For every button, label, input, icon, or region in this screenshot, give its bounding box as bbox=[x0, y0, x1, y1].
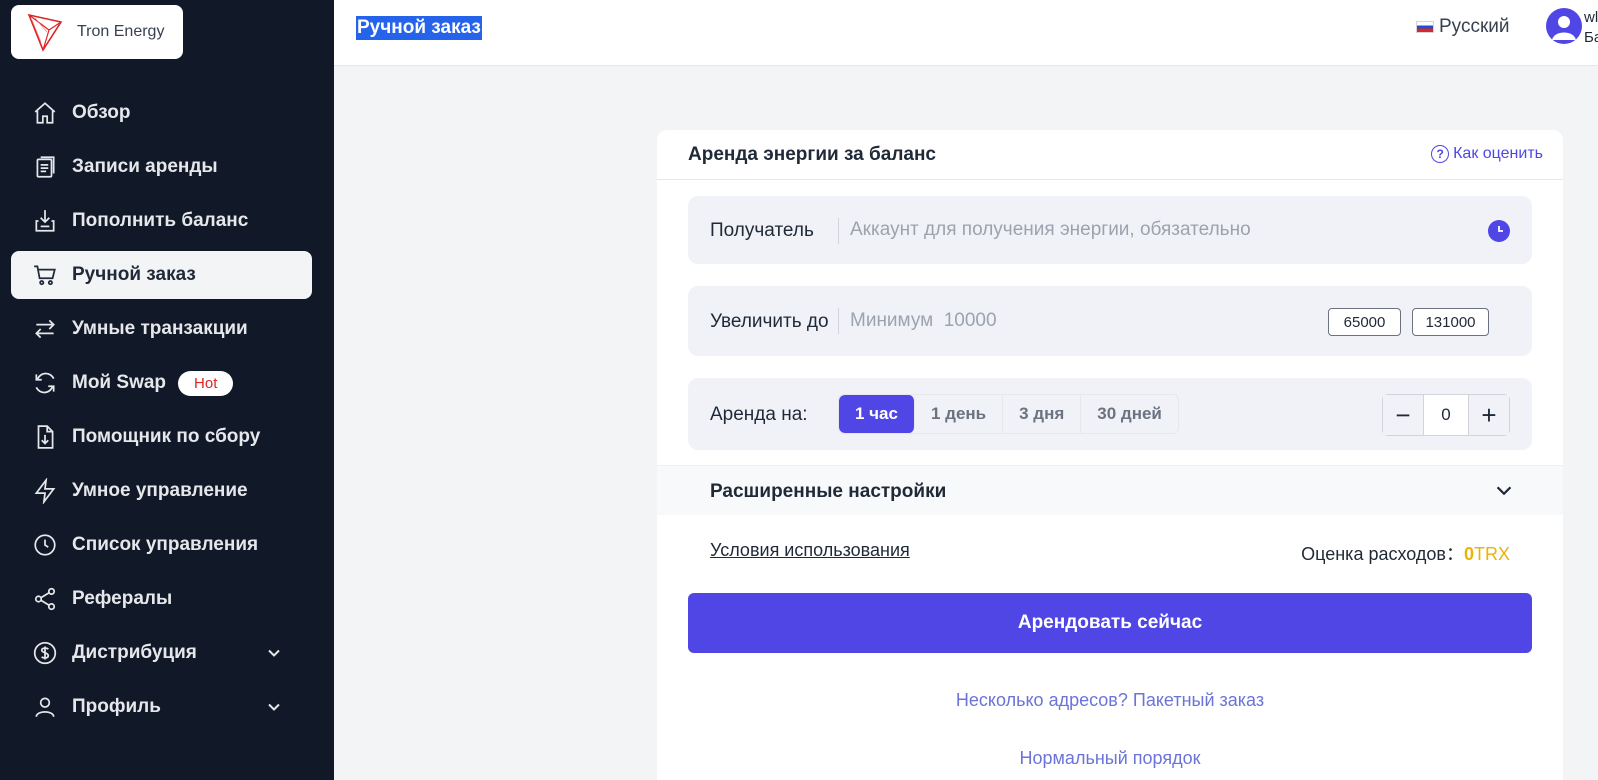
dollar-icon bbox=[31, 639, 59, 667]
sidebar-item-label: Умные транзакции bbox=[72, 318, 248, 339]
avatar[interactable] bbox=[1546, 8, 1582, 44]
lightning-icon bbox=[31, 477, 59, 505]
sidebar-item-management-list[interactable]: Список управления bbox=[11, 521, 312, 569]
logo-text: Tron Energy bbox=[77, 23, 165, 40]
language-label: Русский bbox=[1439, 16, 1510, 37]
refresh-icon bbox=[31, 369, 59, 397]
quantity-value[interactable]: 0 bbox=[1423, 395, 1469, 435]
advanced-settings-toggle[interactable]: Расширенные настройки bbox=[657, 465, 1563, 515]
sidebar-item-label: Список управления bbox=[72, 534, 259, 555]
records-icon bbox=[31, 153, 59, 181]
decrement-button[interactable]: − bbox=[1383, 395, 1423, 435]
sidebar-item-label: Профиль bbox=[72, 696, 161, 717]
placeholder-value: 10000 bbox=[943, 310, 997, 331]
cart-icon bbox=[31, 261, 59, 289]
sidebar-item-label: Пополнить баланс bbox=[72, 210, 249, 231]
terms-link[interactable]: Условия использования bbox=[710, 540, 910, 561]
card-header: Аренда энергии за баланс ? Как оценить bbox=[657, 130, 1563, 180]
user-name: wl bbox=[1584, 9, 1598, 26]
download-doc-icon bbox=[31, 423, 59, 451]
energy-amount-input[interactable]: Минимум 10000 bbox=[850, 310, 997, 332]
rent-duration-row: Аренда на: 1 час 1 день 3 дня 30 дней − … bbox=[688, 378, 1532, 450]
cost-unit: TRX bbox=[1474, 544, 1510, 564]
sidebar-item-profile[interactable]: Профиль bbox=[11, 683, 312, 731]
sidebar-nav: Обзор Записи аренды Пополнить баланс Руч… bbox=[11, 89, 312, 737]
sidebar-item-smart-management[interactable]: Умное управление bbox=[11, 467, 312, 515]
sidebar-item-label: Умное управление bbox=[72, 480, 248, 501]
logo[interactable]: Tron Energy bbox=[11, 5, 183, 59]
sidebar-item-label: Рефералы bbox=[72, 588, 173, 609]
sidebar-item-label: Записи аренды bbox=[72, 156, 218, 177]
user-icon bbox=[31, 693, 59, 721]
chevron-down-icon[interactable] bbox=[264, 697, 284, 717]
sidebar: Tron Energy Обзор Записи аренды Пополнит… bbox=[0, 0, 334, 780]
cost-label: Оценка расходов： bbox=[1301, 544, 1464, 564]
clock-icon bbox=[31, 531, 59, 559]
how-link-label: Как оценить bbox=[1453, 145, 1543, 162]
sidebar-item-distribution[interactable]: Дистрибуция bbox=[11, 629, 312, 677]
chevron-down-icon[interactable] bbox=[264, 643, 284, 663]
sidebar-item-label: Ручной заказ bbox=[72, 264, 196, 285]
cost-value: 0 bbox=[1463, 544, 1474, 564]
sidebar-item-overview[interactable]: Обзор bbox=[11, 89, 312, 137]
increment-button[interactable]: + bbox=[1469, 395, 1509, 435]
tron-logo-icon bbox=[27, 13, 63, 52]
sidebar-item-deposit[interactable]: Пополнить баланс bbox=[11, 197, 312, 245]
rent-now-button[interactable]: Арендовать сейчас bbox=[688, 593, 1532, 653]
sidebar-item-referrals[interactable]: Рефералы bbox=[11, 575, 312, 623]
russia-flag-icon bbox=[1416, 21, 1434, 33]
how-to-estimate-link[interactable]: ? Как оценить bbox=[1431, 145, 1543, 163]
advanced-settings-label: Расширенные настройки bbox=[710, 481, 947, 502]
sidebar-item-my-swap[interactable]: Мой Swap Hot bbox=[11, 359, 312, 407]
row-separator bbox=[838, 308, 839, 334]
question-icon: ? bbox=[1431, 145, 1450, 163]
duration-1-day[interactable]: 1 день bbox=[915, 395, 1004, 433]
sidebar-item-smart-transactions[interactable]: Умные транзакции bbox=[11, 305, 312, 353]
sidebar-item-collection-helper[interactable]: Помощник по сбору bbox=[11, 413, 312, 461]
page-title: Ручной заказ bbox=[356, 16, 482, 40]
rent-for-label: Аренда на: bbox=[710, 404, 808, 425]
card-title: Аренда энергии за баланс bbox=[688, 144, 936, 165]
history-clock-icon[interactable] bbox=[1488, 220, 1510, 242]
batch-order-link[interactable]: Несколько адресов? Пакетный заказ bbox=[657, 690, 1563, 711]
language-selector[interactable]: Русский bbox=[1416, 16, 1510, 38]
increase-row: Увеличить до Минимум 10000 65000 131000 bbox=[688, 286, 1532, 356]
sidebar-item-label: Дистрибуция bbox=[72, 642, 197, 663]
sidebar-item-label: Мой Swap bbox=[72, 372, 167, 393]
increase-label: Увеличить до bbox=[710, 311, 829, 332]
sidebar-item-rental-records[interactable]: Записи аренды bbox=[11, 143, 312, 191]
chevron-down-icon bbox=[1493, 480, 1515, 502]
user-info[interactable]: wl Ба bbox=[1584, 8, 1598, 48]
share-icon bbox=[31, 585, 59, 613]
home-icon bbox=[31, 99, 59, 127]
normal-order-link[interactable]: Нормальный порядок bbox=[657, 748, 1563, 769]
duration-selector: 1 час 1 день 3 дня 30 дней bbox=[838, 394, 1179, 434]
chip-65000[interactable]: 65000 bbox=[1328, 308, 1401, 336]
top-header: Ручной заказ Русский wl Ба bbox=[334, 0, 1598, 66]
cost-estimate: Оценка расходов：0TRX bbox=[1301, 540, 1510, 566]
sidebar-item-manual-order[interactable]: Ручной заказ bbox=[11, 251, 312, 299]
sidebar-item-label: Помощник по сбору bbox=[72, 426, 261, 447]
hot-badge: Hot bbox=[178, 370, 234, 396]
duration-1-hour[interactable]: 1 час bbox=[839, 395, 915, 433]
duration-30-days[interactable]: 30 дней bbox=[1081, 395, 1178, 433]
deposit-icon bbox=[31, 207, 59, 235]
user-balance: Ба bbox=[1584, 29, 1598, 46]
duration-3-days[interactable]: 3 дня bbox=[1003, 395, 1082, 433]
placeholder-prefix: Минимум bbox=[850, 310, 934, 331]
row-separator bbox=[838, 218, 839, 244]
quantity-stepper: − 0 + bbox=[1382, 394, 1510, 436]
sidebar-item-label: Обзор bbox=[72, 102, 131, 123]
chip-131000[interactable]: 131000 bbox=[1412, 308, 1489, 336]
swap-arrows-icon bbox=[31, 315, 59, 343]
energy-rent-card: Аренда энергии за баланс ? Как оценить П… bbox=[657, 130, 1563, 780]
recipient-label: Получатель bbox=[710, 220, 814, 241]
recipient-row: Получатель Аккаунт для получения энергии… bbox=[688, 196, 1532, 264]
recipient-input[interactable]: Аккаунт для получения энергии, обязатель… bbox=[850, 219, 1251, 241]
